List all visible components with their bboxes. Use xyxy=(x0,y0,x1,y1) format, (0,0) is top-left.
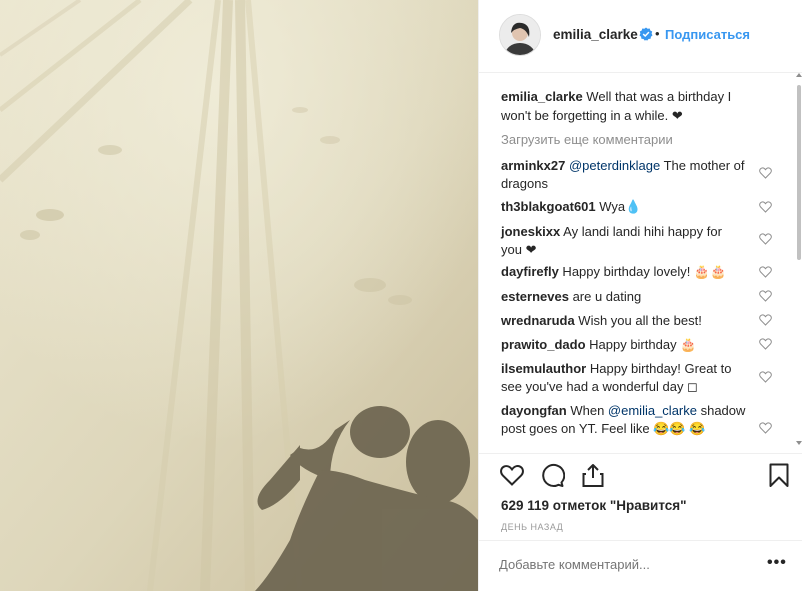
comment-username[interactable]: joneskixx xyxy=(501,224,560,239)
comment-text: Happy birthday lovely! 🎂🎂 xyxy=(558,264,727,279)
comments-section[interactable]: emilia_clarke Well that was a birthday I… xyxy=(479,73,802,453)
post-side-panel: emilia_clarke • Подписаться emilia_clark… xyxy=(478,0,802,591)
avatar[interactable] xyxy=(499,14,541,56)
comment-like-heart-icon[interactable] xyxy=(759,422,772,434)
comment-mention[interactable]: @peterdinklage xyxy=(569,158,660,173)
scroll-up-arrow-icon[interactable] xyxy=(796,73,802,77)
comment-item: joneskixx Ay landi landi hihi happy for … xyxy=(501,223,746,259)
post-header: emilia_clarke • Подписаться xyxy=(479,0,802,73)
comment-like-heart-icon[interactable] xyxy=(759,201,772,213)
comment-username[interactable]: dayongfan xyxy=(501,403,567,418)
comment-username[interactable]: prawito_dado xyxy=(501,337,586,352)
scrollbar-thumb[interactable] xyxy=(797,85,801,260)
comment-username[interactable]: dayfirefly xyxy=(501,264,559,279)
post-date[interactable]: день назад xyxy=(501,522,563,532)
comment-text: Wya💧 xyxy=(595,199,642,214)
likes-count[interactable]: 629 119 отметок "Нравится" xyxy=(501,498,687,513)
caption-username[interactable]: emilia_clarke xyxy=(501,89,583,104)
more-options-button[interactable]: ••• xyxy=(767,554,787,572)
comment-item: dayongfan When @emilia_clarke shadow pos… xyxy=(501,402,746,438)
comment-text-before: When xyxy=(566,403,608,418)
add-comment-input[interactable] xyxy=(499,557,749,572)
comment-item: prawito_dado Happy birthday 🎂 xyxy=(501,336,746,354)
comment-username[interactable]: arminkx27 xyxy=(501,158,565,173)
comment-username[interactable]: th3blakgoat601 xyxy=(501,199,596,214)
comment-item: wrednaruda Wish you all the best! xyxy=(501,312,746,330)
heart-icon[interactable] xyxy=(499,462,525,488)
follow-button[interactable]: Подписаться xyxy=(665,27,750,42)
separator-dot: • xyxy=(655,26,660,41)
comment-like-heart-icon[interactable] xyxy=(759,233,772,245)
header-username[interactable]: emilia_clarke xyxy=(553,27,638,42)
comment-item: esterneves are u dating xyxy=(501,288,746,306)
scroll-down-arrow-icon[interactable] xyxy=(796,441,802,445)
comment-username[interactable]: wrednaruda xyxy=(501,313,575,328)
post-photo[interactable] xyxy=(0,0,478,591)
comment-like-heart-icon[interactable] xyxy=(759,338,772,350)
comment-username[interactable]: esterneves xyxy=(501,289,569,304)
comment-item: ilsemulauthor Happy birthday! Great to s… xyxy=(501,360,746,396)
comment-like-heart-icon[interactable] xyxy=(759,266,772,278)
comment-text: Wish you all the best! xyxy=(574,313,702,328)
comment-like-heart-icon[interactable] xyxy=(759,290,772,302)
comment-text: are u dating xyxy=(568,289,642,304)
bookmark-icon[interactable] xyxy=(766,462,792,488)
comment-icon[interactable] xyxy=(539,462,565,488)
comment-like-heart-icon[interactable] xyxy=(759,371,772,383)
load-more-comments-button[interactable]: Загрузить еще комментарии xyxy=(501,132,673,147)
comment-item: dayfirefly Happy birthday lovely! 🎂🎂 xyxy=(501,263,746,281)
post-actions-bar xyxy=(479,453,802,496)
comment-mention[interactable]: @emilia_clarke xyxy=(608,403,697,418)
avatar-image xyxy=(500,15,540,55)
comment-like-heart-icon[interactable] xyxy=(759,314,772,326)
comment-like-heart-icon[interactable] xyxy=(759,167,772,179)
verified-badge-icon xyxy=(639,27,653,41)
comment-text: Happy birthday 🎂 xyxy=(585,337,697,352)
comment-username[interactable]: ilsemulauthor xyxy=(501,361,586,376)
add-comment-bar: ••• xyxy=(479,540,802,592)
caption: emilia_clarke Well that was a birthday I… xyxy=(501,87,761,125)
sand-shadow-image xyxy=(0,0,478,591)
comments-scrollbar[interactable] xyxy=(796,73,802,451)
comment-item: th3blakgoat601 Wya💧 xyxy=(501,198,746,216)
comment-item: arminkx27 @peterdinklage The mother of d… xyxy=(501,157,746,193)
share-icon[interactable] xyxy=(580,462,606,488)
